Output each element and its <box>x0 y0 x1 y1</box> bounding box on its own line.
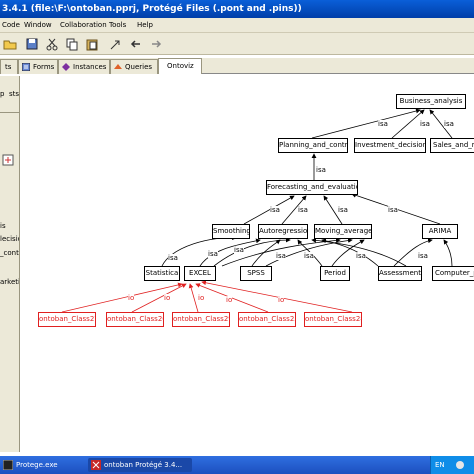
queries-icon <box>114 64 122 69</box>
isa-label: isa <box>356 252 366 260</box>
isa-label: isa <box>208 250 218 258</box>
instance-node-class28[interactable]: ontoban_Class28 <box>304 312 362 327</box>
io-label: io <box>164 294 171 302</box>
tab-instances-label: Instances <box>73 63 107 71</box>
cut-icon[interactable] <box>44 36 60 52</box>
menu-bar: Code Window Collaboration Tools Help <box>0 18 474 33</box>
isa-label: isa <box>276 252 286 260</box>
ontoviz-canvas[interactable]: Business_analysis Planning_and_control I… <box>22 76 474 452</box>
menu-tools[interactable]: Tools <box>109 18 126 33</box>
isa-label: isa <box>304 252 314 260</box>
io-edge <box>201 280 353 313</box>
tab-classes[interactable]: ts <box>0 59 18 74</box>
node-smoothing[interactable]: Smoothing <box>212 224 250 239</box>
node-computer-programs[interactable]: Computer_p <box>432 266 474 281</box>
divider <box>0 112 19 113</box>
tab-instances[interactable]: Instances <box>58 59 110 74</box>
tree-item[interactable]: is <box>0 222 6 230</box>
tree-item[interactable]: arketi <box>0 278 19 286</box>
forward-arrow-icon[interactable] <box>148 36 164 52</box>
isa-label: isa <box>420 120 430 128</box>
tab-forms-label: Forms <box>33 63 55 71</box>
node-arima[interactable]: ARIMA <box>422 224 458 239</box>
navigate-icon[interactable] <box>108 36 124 52</box>
node-moving-averages[interactable]: Moving_averages <box>314 224 372 239</box>
node-autoregression[interactable]: Autoregression <box>258 224 308 239</box>
tree-item[interactable]: _conti <box>0 249 19 257</box>
isa-edge <box>243 195 295 225</box>
isa-label: isa <box>418 252 428 260</box>
io-label: io <box>278 296 285 304</box>
protege-icon <box>91 460 101 470</box>
taskbar: Protege.exe ontoban Protégé 3.4... EN <box>0 456 474 474</box>
taskbar-item-protege-exe[interactable]: Protege.exe <box>0 458 80 472</box>
instance-node-class26[interactable]: ontoban_Class26 <box>106 312 164 327</box>
node-forecasting-and-evaluations[interactable]: Forecasting_and_evaluations <box>266 180 358 195</box>
tab-queries-label: Queries <box>125 63 153 71</box>
open-folder-icon[interactable] <box>2 36 18 52</box>
io-label: io <box>198 294 205 302</box>
instance-node-class29[interactable]: ontoban_Class29 <box>172 312 230 327</box>
isa-edge <box>311 108 421 139</box>
menu-help[interactable]: Help <box>137 18 153 33</box>
node-excel[interactable]: EXCEL <box>184 266 216 281</box>
taskbar-item-label: Protege.exe <box>16 461 58 469</box>
isa-label: isa <box>168 254 178 262</box>
node-spss[interactable]: SPSS <box>240 266 272 281</box>
node-planning-and-control[interactable]: Planning_and_control <box>278 138 348 153</box>
back-arrow-icon[interactable] <box>128 36 144 52</box>
isa-edge <box>443 239 453 267</box>
isa-label: isa <box>444 120 454 128</box>
taskbar-item-label: ontoban Protégé 3.4... <box>104 461 183 469</box>
node-period[interactable]: Period <box>320 266 350 281</box>
instance-node-class27[interactable]: ontoban_Class27 <box>38 312 96 327</box>
toolbar <box>0 33 474 55</box>
menu-window[interactable]: Window <box>24 18 52 33</box>
instance-node-class25[interactable]: ontoban_Class25 <box>238 312 296 327</box>
node-assessments[interactable]: Assessments <box>378 266 422 281</box>
tab-classes-label: ts <box>5 63 12 71</box>
paste-icon[interactable] <box>84 36 100 52</box>
graph-edges <box>61 108 453 313</box>
tab-queries[interactable]: Queries <box>110 59 158 74</box>
isa-label: isa <box>234 246 244 254</box>
panel-toolbar-icon[interactable] <box>2 154 18 166</box>
tab-ontoviz[interactable]: Ontoviz <box>158 58 202 74</box>
window-title-bar: 3.4.1 (file:\F:\ontoban.pprj, Protégé Fi… <box>0 0 474 18</box>
tray-icon[interactable] <box>455 460 465 470</box>
panel-header-p: p <box>0 90 5 98</box>
copy-icon[interactable] <box>64 36 80 52</box>
taskbar-item-protege[interactable]: ontoban Protégé 3.4... <box>88 458 192 472</box>
node-sales-and-marketing[interactable]: Sales_and_m <box>430 138 474 153</box>
isa-label: isa <box>338 206 348 214</box>
node-statistica[interactable]: Statistica <box>144 266 180 281</box>
window-title: 3.4.1 (file:\F:\ontoban.pprj, Protégé Fi… <box>2 4 302 14</box>
panel-header-sts: sts <box>9 90 20 98</box>
system-tray: EN <box>430 456 474 474</box>
tab-ontoviz-label: Ontoviz <box>167 62 194 70</box>
isa-label: isa <box>298 206 308 214</box>
isa-label: isa <box>270 206 280 214</box>
menu-code[interactable]: Code <box>2 18 20 33</box>
save-icon[interactable] <box>24 36 40 52</box>
tab-forms[interactable]: Forms <box>18 59 58 74</box>
tree-item[interactable]: lecisio <box>0 235 19 243</box>
io-label: io <box>128 294 135 302</box>
class-tree-panel: p sts is lecisio _conti arketi <box>0 76 20 452</box>
isa-label: isa <box>316 166 326 174</box>
language-indicator[interactable]: EN <box>435 456 445 474</box>
console-icon <box>3 460 13 470</box>
io-label: io <box>226 296 233 304</box>
io-edge <box>131 283 187 313</box>
isa-label: isa <box>378 120 388 128</box>
node-business-analysis[interactable]: Business_analysis <box>396 94 466 109</box>
node-investment-decisions[interactable]: Investment_decisions <box>354 138 426 153</box>
io-edge <box>188 283 199 313</box>
tab-bar: ts Forms Instances Queries Ontoviz <box>0 58 474 74</box>
isa-label: isa <box>388 206 398 214</box>
menu-collaboration[interactable]: Collaboration <box>60 18 107 33</box>
forms-icon <box>22 63 30 71</box>
purple-diamond-icon <box>62 63 70 71</box>
